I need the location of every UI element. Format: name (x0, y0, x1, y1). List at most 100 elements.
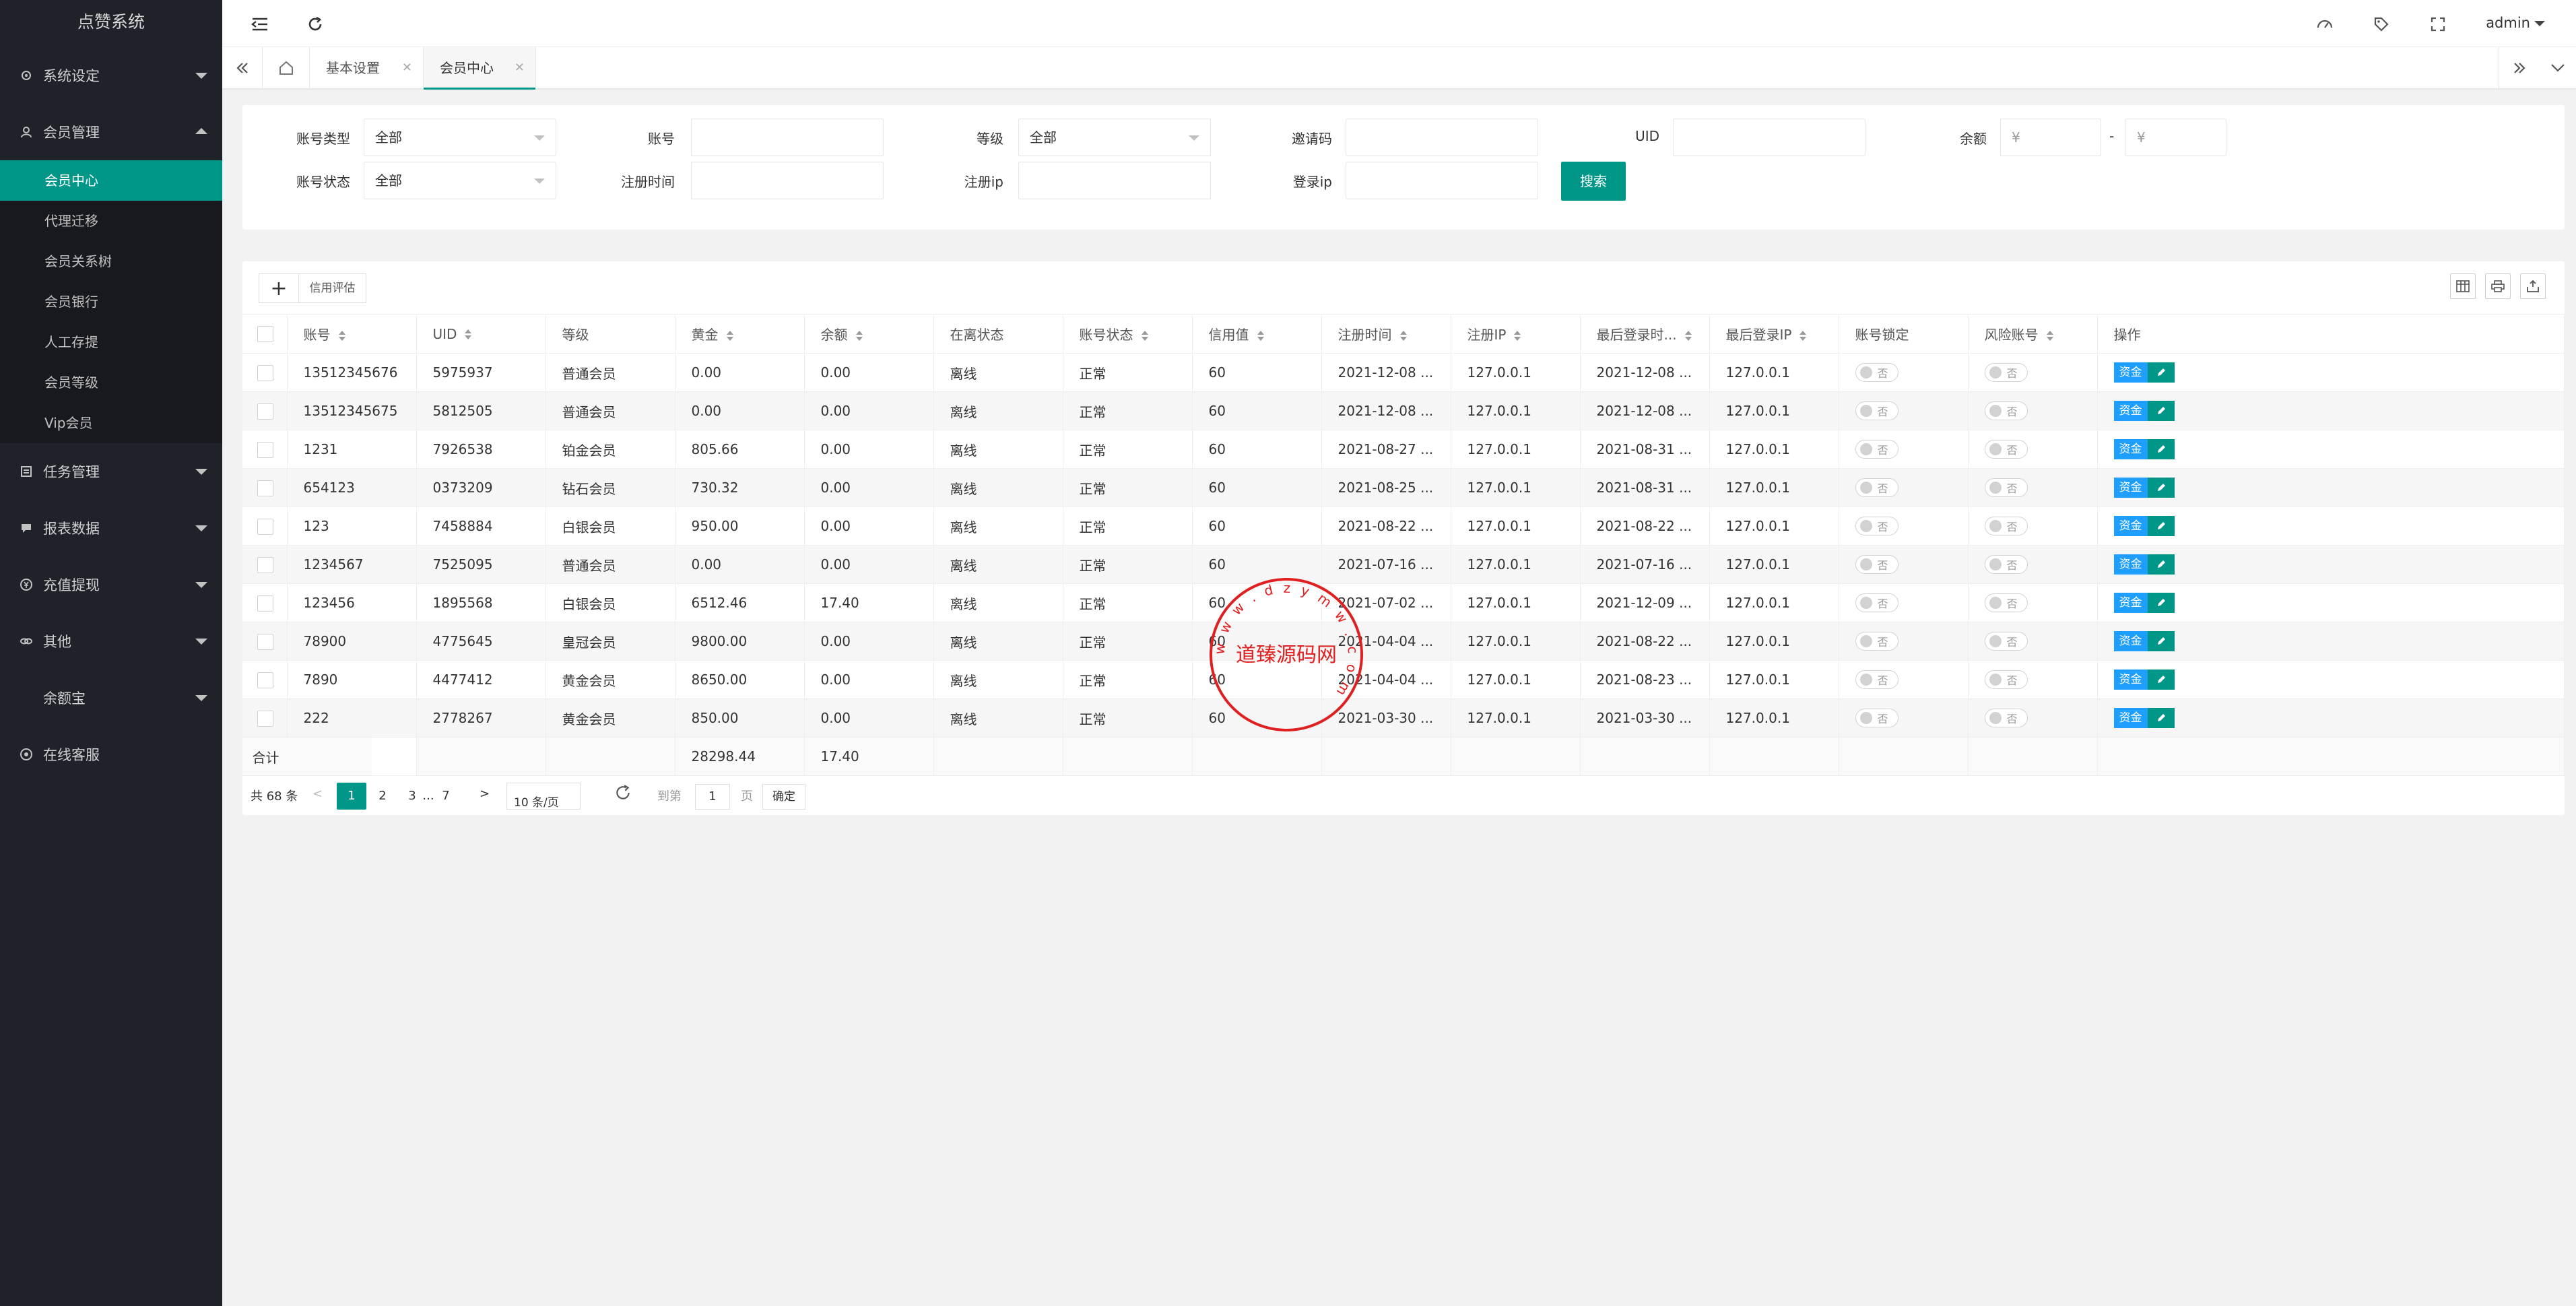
reg-ip-input[interactable] (1018, 162, 1211, 199)
column-header-last-login-ip[interactable]: 最后登录IP (1709, 314, 1839, 354)
toggle-switch[interactable]: 否 (1984, 670, 2028, 689)
double-chevron-left-icon[interactable] (222, 47, 263, 89)
edit-icon[interactable] (2147, 554, 2175, 575)
next-page-icon[interactable]: > (480, 787, 490, 801)
admin-user-menu[interactable]: admin (2486, 15, 2530, 31)
sidebar-item-member-level[interactable]: 会员等级 (0, 362, 222, 403)
sort-icon[interactable] (1514, 330, 1521, 341)
fund-button[interactable]: 资金 (2113, 631, 2148, 651)
uid-input[interactable] (1673, 119, 1865, 156)
invite-code-input[interactable] (1346, 119, 1538, 156)
row-checkbox[interactable] (242, 353, 288, 392)
edit-icon[interactable] (2147, 670, 2175, 690)
row-checkbox[interactable] (242, 698, 288, 738)
sidebar-item-member-tree[interactable]: 会员关系树 (0, 241, 222, 282)
print-icon[interactable] (2485, 273, 2511, 299)
sidebar-item-recharge-withdraw[interactable]: 充值提现 (0, 556, 222, 613)
edit-icon[interactable] (2147, 631, 2175, 651)
toggle-switch[interactable]: 否 (1855, 632, 1898, 651)
page-7[interactable]: 7 (431, 783, 461, 810)
balance-max-input[interactable]: ¥ (2125, 119, 2226, 156)
edit-icon[interactable] (2147, 516, 2175, 536)
toggle-switch[interactable]: 否 (1984, 709, 2028, 727)
add-button[interactable]: + (259, 273, 299, 303)
sort-icon[interactable] (1799, 330, 1807, 341)
row-checkbox[interactable] (242, 583, 288, 622)
fund-button[interactable]: 资金 (2113, 708, 2148, 728)
row-checkbox[interactable] (242, 622, 288, 661)
sort-icon[interactable] (1257, 330, 1264, 341)
sidebar-item-manual-deposit[interactable]: 人工存提 (0, 322, 222, 362)
menu-toggle-icon[interactable] (251, 15, 269, 34)
sidebar-item-task-management[interactable]: 任务管理 (0, 443, 222, 500)
column-header-balance[interactable]: 余额 (804, 314, 934, 354)
toggle-switch[interactable]: 否 (1855, 363, 1898, 382)
reg-time-input[interactable] (691, 162, 884, 199)
search-button[interactable]: 搜索 (1561, 162, 1626, 201)
sidebar-item-member-management[interactable]: 会员管理 (0, 104, 222, 160)
toggle-switch[interactable]: 否 (1984, 517, 2028, 535)
toggle-switch[interactable]: 否 (1984, 478, 2028, 497)
sort-icon[interactable] (2046, 330, 2053, 341)
toggle-switch[interactable]: 否 (1984, 593, 2028, 612)
edit-icon[interactable] (2147, 362, 2175, 383)
column-header-account[interactable]: 账号 (287, 314, 417, 354)
toggle-switch[interactable]: 否 (1855, 670, 1898, 689)
tab-member-center[interactable]: 会员中心 ✕ (423, 47, 536, 90)
columns-icon[interactable] (2450, 273, 2476, 299)
sidebar-item-vip-member[interactable]: Vip会员 (0, 403, 222, 443)
close-icon[interactable]: ✕ (402, 47, 412, 89)
fund-button[interactable]: 资金 (2113, 593, 2148, 613)
account-status-select[interactable]: 全部 (364, 162, 556, 199)
export-icon[interactable] (2520, 273, 2546, 299)
close-icon[interactable]: ✕ (515, 47, 525, 89)
row-checkbox[interactable] (242, 430, 288, 469)
sort-icon[interactable] (1399, 330, 1407, 341)
sidebar-item-other[interactable]: 其他 (0, 613, 222, 670)
edit-icon[interactable] (2147, 401, 2175, 421)
fund-button[interactable]: 资金 (2113, 362, 2148, 383)
column-header-last-login-time[interactable]: 最后登录时... (1580, 314, 1710, 354)
column-header-uid[interactable]: UID (416, 314, 546, 354)
column-header-account-status[interactable]: 账号状态 (1063, 314, 1193, 354)
sidebar-item-yuebao[interactable]: 余额宝 (0, 670, 222, 726)
row-checkbox[interactable] (242, 545, 288, 584)
fund-button[interactable]: 资金 (2113, 554, 2148, 575)
sidebar-item-system-settings[interactable]: 系统设定 (0, 47, 222, 104)
level-select[interactable]: 全部 (1018, 119, 1211, 156)
page-1[interactable]: 1 (337, 783, 366, 810)
sort-icon[interactable] (338, 330, 345, 341)
row-checkbox[interactable] (242, 507, 288, 546)
fund-button[interactable]: 资金 (2113, 401, 2148, 421)
fullscreen-icon[interactable] (2429, 15, 2447, 34)
refresh-icon[interactable] (614, 784, 632, 805)
chevron-down-icon[interactable] (2539, 47, 2576, 89)
sort-icon[interactable] (1141, 330, 1148, 341)
toggle-switch[interactable]: 否 (1855, 517, 1898, 535)
home-icon[interactable] (263, 47, 310, 89)
edit-icon[interactable] (2147, 439, 2175, 459)
toggle-switch[interactable]: 否 (1855, 555, 1898, 574)
credit-evaluate-button[interactable]: 信用评估 (299, 273, 366, 303)
column-header-reg-ip[interactable]: 注册IP (1451, 314, 1581, 354)
goto-confirm-button[interactable]: 确定 (762, 784, 805, 810)
toggle-switch[interactable]: 否 (1855, 401, 1898, 420)
toggle-switch[interactable]: 否 (1984, 401, 2028, 420)
toggle-switch[interactable]: 否 (1984, 440, 2028, 459)
edit-icon[interactable] (2147, 478, 2175, 498)
row-checkbox[interactable] (242, 468, 288, 507)
sort-icon[interactable] (855, 330, 863, 341)
fund-button[interactable]: 资金 (2113, 516, 2148, 536)
sort-icon[interactable] (726, 330, 733, 341)
column-header-gold[interactable]: 黄金 (675, 314, 805, 354)
column-header-risk-account[interactable]: 风险账号 (1968, 314, 2098, 354)
page-size-select[interactable]: 10 条/页 (506, 783, 581, 810)
row-checkbox[interactable] (242, 391, 288, 430)
fund-button[interactable]: 资金 (2113, 670, 2148, 690)
sort-icon[interactable] (465, 329, 472, 340)
column-header-credit[interactable]: 信用值 (1192, 314, 1322, 354)
double-chevron-right-icon[interactable] (2499, 47, 2539, 89)
toggle-switch[interactable]: 否 (1855, 478, 1898, 497)
prev-page-icon[interactable]: < (312, 787, 323, 801)
edit-icon[interactable] (2147, 708, 2175, 728)
